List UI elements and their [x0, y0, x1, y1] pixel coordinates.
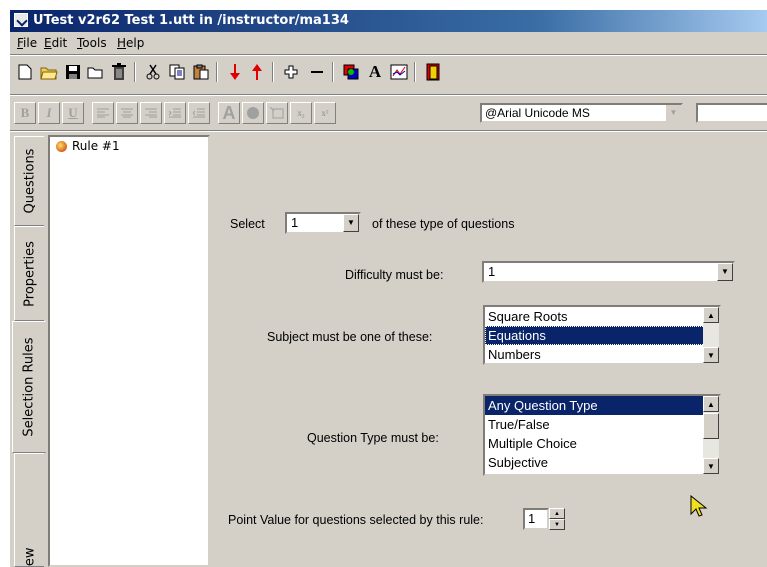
tab-label: view [22, 547, 37, 567]
menu-bar: File Edit Tools Help [10, 33, 767, 53]
font-size-input[interactable] [696, 103, 767, 123]
menu-help[interactable]: Help [117, 36, 144, 50]
chevron-down-icon[interactable]: ▼ [343, 214, 359, 232]
question-type-scrollbar[interactable]: ▲ ▼ [703, 396, 719, 474]
side-tabs: Questions Properties Selection Rules vie… [10, 134, 48, 567]
toolbar-separator [216, 62, 218, 82]
tree-node-rule[interactable]: Rule #1 [56, 139, 120, 153]
indent-icon[interactable] [164, 102, 186, 124]
subscript-icon[interactable]: x₂ [290, 102, 312, 124]
cut-icon[interactable] [142, 60, 164, 84]
scroll-down-icon[interactable]: ▼ [703, 458, 719, 474]
toolbar-separator [272, 62, 274, 82]
list-item[interactable]: Square Roots [485, 307, 719, 326]
font-family-value: @Arial Unicode MS [485, 106, 590, 120]
chevron-down-icon[interactable]: ▼ [717, 263, 733, 281]
save-icon[interactable] [62, 60, 84, 84]
italic-button[interactable]: I [38, 102, 60, 124]
tree-node-label: Rule #1 [72, 139, 120, 153]
outdent-icon[interactable] [188, 102, 210, 124]
menu-edit[interactable]: Edit [44, 36, 67, 50]
subject-listbox[interactable]: Square Roots Equations Numbers ▲ ▼ [483, 305, 721, 365]
move-up-icon[interactable] [246, 60, 268, 84]
scroll-up-icon[interactable]: ▲ [703, 396, 719, 412]
open-icon[interactable] [38, 60, 60, 84]
question-type-listbox[interactable]: Any Question Type True/False Multiple Ch… [483, 394, 721, 476]
align-center-icon[interactable] [116, 102, 138, 124]
list-item[interactable]: True/False [485, 415, 719, 434]
point-value-spinner[interactable]: ▲ ▼ [549, 508, 565, 530]
toolbar-separator [134, 62, 136, 82]
select-suffix-label: of these type of questions [372, 217, 515, 231]
select-count-value: 1 [291, 215, 299, 230]
chevron-down-icon[interactable]: ▼ [665, 105, 681, 121]
difficulty-value: 1 [488, 264, 496, 279]
menu-file[interactable]: File [17, 36, 37, 50]
scroll-up-icon[interactable]: ▲ [703, 307, 719, 323]
rule-form: Select 1 ▼ of these type of questions Di… [210, 135, 767, 567]
chart-icon[interactable] [388, 60, 410, 84]
exit-icon[interactable] [422, 60, 444, 84]
app-icon [14, 13, 28, 27]
tab-label: Questions [22, 148, 37, 214]
title-bar[interactable]: UTest v2r62 Test 1.utt in /instructor/ma… [10, 10, 767, 32]
move-down-icon[interactable] [224, 60, 246, 84]
menu-tools[interactable]: Tools [77, 36, 107, 50]
list-item[interactable]: Subjective [485, 453, 719, 472]
select-count-combo[interactable]: 1 ▼ [285, 212, 361, 234]
subject-scrollbar[interactable]: ▲ ▼ [703, 307, 719, 363]
list-item[interactable]: Multiple Choice [485, 434, 719, 453]
underline-button[interactable]: U [62, 102, 84, 124]
spin-up-icon[interactable]: ▲ [549, 508, 565, 519]
list-item[interactable]: Numbers [485, 345, 719, 363]
tab-label: Properties [22, 240, 37, 307]
mouse-cursor-icon [690, 494, 708, 522]
align-left-icon[interactable] [92, 102, 114, 124]
remove-icon[interactable] [306, 60, 328, 84]
image-icon[interactable] [242, 102, 264, 124]
window-title: UTest v2r62 Test 1.utt in /instructor/ma… [33, 13, 349, 28]
point-value-label: Point Value for questions selected by th… [228, 513, 484, 527]
format-separator-line [10, 130, 767, 132]
spin-down-icon[interactable]: ▼ [549, 519, 565, 530]
new-icon[interactable] [14, 60, 36, 84]
add-icon[interactable] [280, 60, 302, 84]
align-right-icon[interactable] [140, 102, 162, 124]
menu-separator [10, 54, 767, 56]
question-type-label: Question Type must be: [307, 431, 439, 445]
tab-label: Selection Rules [21, 337, 37, 437]
text-color-icon[interactable]: A [218, 102, 240, 124]
app-window: UTest v2r62 Test 1.utt in /instructor/ma… [10, 10, 767, 567]
palette-icon[interactable] [340, 60, 362, 84]
trash-icon[interactable] [108, 60, 130, 84]
scroll-down-icon[interactable]: ▼ [703, 347, 719, 363]
difficulty-combo[interactable]: 1 ▼ [482, 261, 735, 283]
tab-selection-rules[interactable]: Selection Rules [12, 321, 46, 453]
bold-button[interactable]: B [14, 102, 36, 124]
difficulty-label: Difficulty must be: [345, 268, 444, 282]
tab-preview[interactable]: view [14, 453, 44, 567]
toolbar-separator-line [10, 94, 767, 96]
paste-icon[interactable] [190, 60, 212, 84]
list-item-selected[interactable]: Equations [485, 326, 719, 345]
point-value-input[interactable]: 1 [523, 508, 549, 530]
rule-tree[interactable]: Rule #1 [48, 135, 210, 567]
superscript-icon[interactable]: x² [314, 102, 336, 124]
format-toolbar: B I U A x₂ x² @Arial Unicode MS ▼ [10, 99, 767, 129]
tab-properties[interactable]: Properties [14, 226, 44, 321]
select-label: Select [230, 217, 265, 231]
font-icon[interactable]: A [364, 60, 386, 84]
toolbar-separator [414, 62, 416, 82]
tab-questions[interactable]: Questions [14, 136, 44, 226]
folder-icon[interactable] [84, 60, 106, 84]
font-family-select[interactable]: @Arial Unicode MS ▼ [480, 103, 683, 123]
main-toolbar: A [10, 58, 767, 88]
copy-icon[interactable] [166, 60, 188, 84]
subject-label: Subject must be one of these: [267, 330, 433, 344]
list-item-selected[interactable]: Any Question Type [485, 396, 719, 415]
scroll-thumb[interactable] [703, 413, 719, 439]
table-icon[interactable] [266, 102, 288, 124]
toolbar-separator [332, 62, 334, 82]
rule-icon [56, 140, 67, 152]
